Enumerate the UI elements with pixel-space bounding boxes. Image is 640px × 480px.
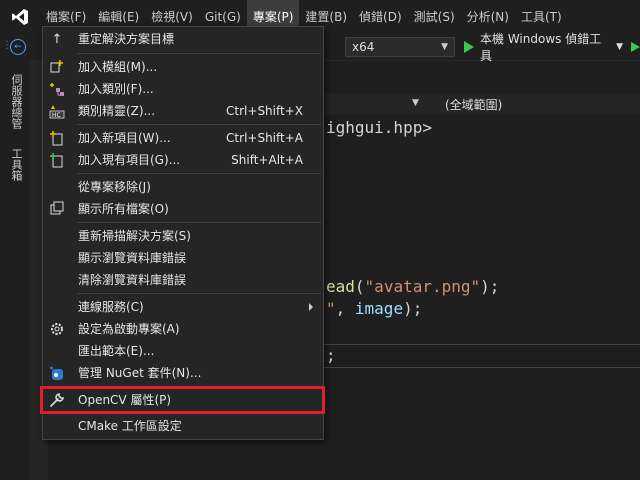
menu-item-label: 連線服務(C) (78, 300, 144, 314)
menu-test[interactable]: 測試(S) (408, 0, 461, 34)
menu-item-add-existing-item[interactable]: 加入現有項目(G)... Shift+Alt+A (43, 149, 323, 171)
menu-separator (77, 53, 321, 54)
menu-item-shortcut: Shift+Alt+A (231, 153, 303, 167)
start-debugging-button[interactable]: 本機 Windows 偵錯工具 ▼ (464, 32, 640, 63)
separator: , (335, 299, 355, 318)
show-all-files-icon (49, 201, 65, 217)
menu-item-export-template[interactable]: 匯出範本(E)... (43, 340, 323, 362)
menu-item-retarget-solution[interactable]: ↑ 重定解決方案目標 (43, 28, 323, 50)
chevron-down-icon[interactable]: ▼ (616, 42, 623, 52)
menu-item-label: 加入類別(F)... (78, 82, 154, 96)
side-tool-strip: 伺服器總管 工具箱 (0, 60, 30, 480)
gear-icon (49, 321, 65, 337)
menu-item-add-module[interactable]: 加入模組(M)... (43, 56, 323, 78)
menu-item-add-new-item[interactable]: 加入新項目(W)... Ctrl+Shift+A (43, 127, 323, 149)
platform-value: x64 (352, 40, 375, 54)
include-text: ighgui.hpp> (326, 118, 432, 137)
menu-item-label: 顯示所有檔案(O) (78, 202, 169, 216)
paren-open: ( (354, 277, 365, 296)
code-line-include: ighgui.hpp> (326, 118, 432, 137)
run-label: 本機 Windows 偵錯工具 (480, 32, 602, 63)
class-wizard-icon: HC (49, 103, 65, 119)
project-menu-dropdown: ↑ 重定解決方案目標 加入模組(M)... 加入類別(F)... HC 類別精靈… (42, 26, 324, 440)
new-item-icon (49, 130, 65, 146)
server-explorer-tab[interactable]: 伺服器總管 (8, 74, 24, 129)
menu-item-set-startup-project[interactable]: 設定為啟動專案(A) (43, 318, 323, 340)
menu-item-label: CMake 工作區設定 (78, 419, 182, 433)
nuget-icon (49, 365, 65, 381)
menu-analyze[interactable]: 分析(N) (461, 0, 515, 34)
annotation-highlight-box (40, 386, 325, 414)
menu-item-rescan-solution[interactable]: 重新掃描解決方案(S) (43, 225, 323, 247)
menu-tools[interactable]: 工具(T) (515, 0, 568, 34)
visual-studio-logo-icon[interactable] (0, 0, 40, 34)
menu-item-label: 清除瀏覽資料庫錯誤 (78, 273, 187, 287)
statement-end: ; (326, 346, 336, 365)
menu-item-clear-browse-db-errors[interactable]: 清除瀏覽資料庫錯誤 (43, 269, 323, 291)
menu-separator (77, 293, 321, 294)
statement-end: ); (480, 277, 500, 296)
navigate-back-icon[interactable]: ← (10, 39, 26, 55)
chevron-down-icon: ▼ (441, 42, 448, 52)
menu-item-cmake-workspace-settings[interactable]: CMake 工作區設定 (43, 415, 323, 437)
menu-item-class-wizard[interactable]: HC 類別精靈(Z)... Ctrl+Shift+X (43, 100, 323, 122)
existing-item-icon (49, 152, 65, 168)
current-line-highlight (324, 344, 640, 368)
menu-separator (77, 173, 321, 174)
start-without-debug-icon[interactable] (631, 42, 640, 52)
menu-item-label: 重新掃描解決方案(S) (78, 229, 191, 243)
menu-item-connected-services[interactable]: 連線服務(C) (43, 296, 323, 318)
menu-item-label: 類別精靈(Z)... (78, 104, 156, 118)
menu-item-show-all-files[interactable]: 顯示所有檔案(O) (43, 198, 323, 220)
add-class-icon (49, 81, 65, 97)
menu-item-label: 重定解決方案目標 (78, 32, 175, 46)
string-literal: " (326, 299, 336, 318)
menu-item-label: 匯出範本(E)... (78, 344, 155, 358)
menu-separator (77, 124, 321, 125)
submenu-arrow-icon (309, 303, 313, 311)
menu-item-label: 顯示瀏覽資料庫錯誤 (78, 251, 187, 265)
menu-debug[interactable]: 偵錯(D) (353, 0, 408, 34)
menu-item-label: 加入模組(M)... (78, 60, 158, 74)
menu-item-shortcut: Ctrl+Shift+A (226, 131, 303, 145)
play-icon (464, 41, 474, 53)
menu-item-label: 管理 NuGet 套件(N)... (78, 366, 202, 380)
menu-item-remove-from-project[interactable]: 從專案移除(J) (43, 176, 323, 198)
scope-dropdown[interactable]: (全域範圍) (445, 96, 502, 113)
menu-item-label: 加入現有項目(G)... (78, 153, 181, 167)
menu-item-label: 從專案移除(J) (78, 180, 151, 194)
up-arrow-icon: ↑ (51, 31, 63, 47)
chevron-down-icon[interactable]: ▼ (412, 98, 419, 108)
menu-item-label: 設定為啟動專案(A) (78, 322, 180, 336)
svg-text:HC: HC (52, 112, 61, 119)
menu-item-label: 加入新項目(W)... (78, 131, 171, 145)
menu-item-show-browse-db-errors[interactable]: 顯示瀏覽資料庫錯誤 (43, 247, 323, 269)
code-line-current: ; (326, 346, 336, 365)
menu-item-manage-nuget[interactable]: 管理 NuGet 套件(N)... (43, 362, 323, 384)
platform-select[interactable]: x64 ▼ (345, 37, 455, 57)
variable-name: image (354, 299, 404, 318)
menu-item-add-class[interactable]: 加入類別(F)... (43, 78, 323, 100)
statement-end: ); (403, 299, 423, 318)
function-name: ead (326, 277, 355, 296)
code-line-imshow: ", image); (326, 299, 422, 318)
toolbox-tab[interactable]: 工具箱 (8, 148, 24, 181)
string-literal: "avatar.png" (364, 277, 481, 296)
add-module-icon (49, 59, 65, 75)
code-line-imread: ead("avatar.png"); (326, 277, 499, 296)
menu-item-shortcut: Ctrl+Shift+X (226, 104, 303, 118)
menu-separator (77, 222, 321, 223)
